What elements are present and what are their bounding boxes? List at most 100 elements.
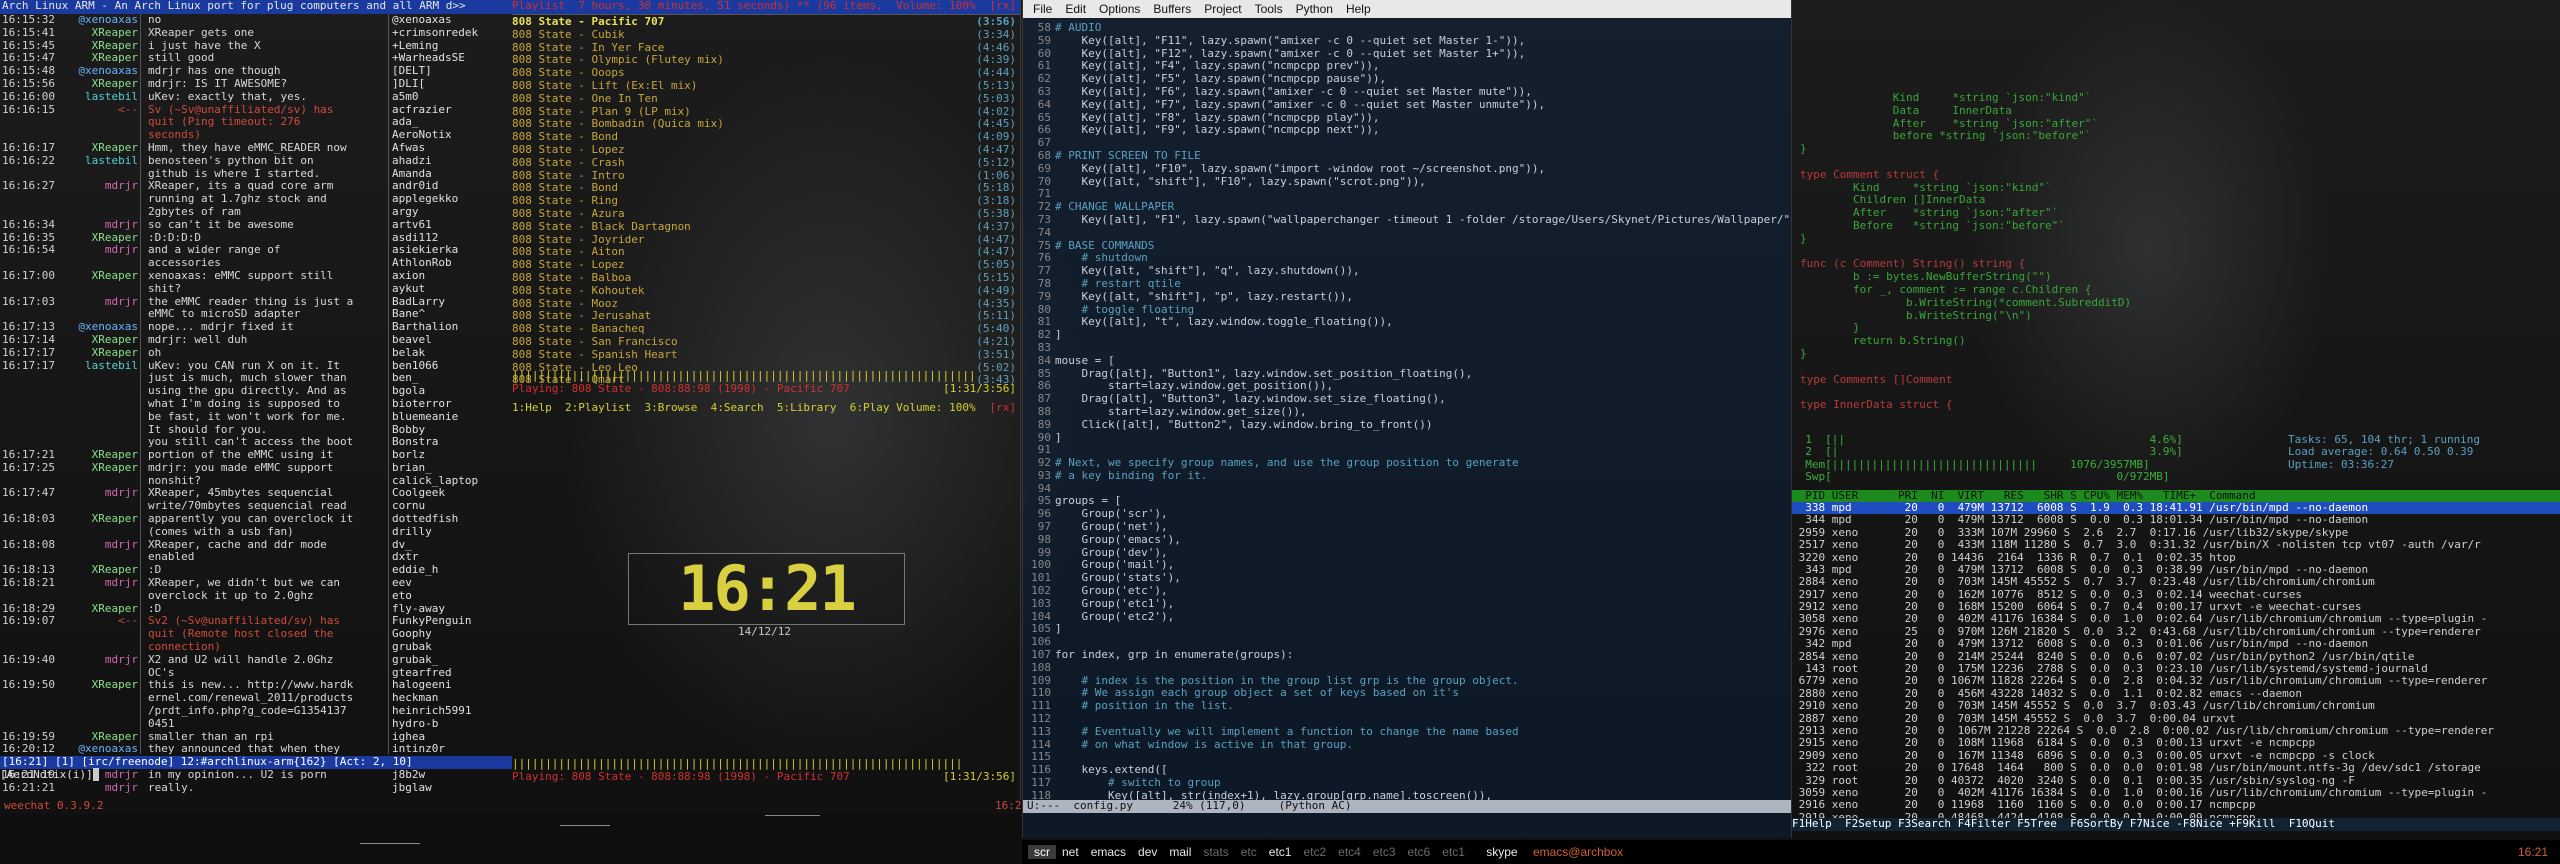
- nicklist-entry[interactable]: ]DLI[: [392, 77, 502, 91]
- process-row[interactable]: 2910 xeno 20 0 703M 145M 45552 S 0.0 3.7…: [1792, 699, 2560, 712]
- group-etc1[interactable]: etc1: [1436, 845, 1471, 859]
- code-line[interactable]: 114 # on what window is active in that g…: [1023, 738, 1791, 752]
- code-line[interactable]: 102 Group('etc'),: [1023, 584, 1791, 598]
- htop-function-keys[interactable]: F1Help F2Setup F3Search F4Filter F5Tree …: [1792, 817, 2560, 831]
- menu-tools[interactable]: Tools: [1255, 2, 1283, 16]
- group-etc6[interactable]: etc6: [1402, 845, 1437, 859]
- ncmpcpp-window[interactable]: Playlist 7 hours, 30 minutes, 51 seconds…: [512, 0, 1020, 790]
- group-scr[interactable]: scr: [1028, 845, 1056, 859]
- nicklist-entry[interactable]: eev: [392, 576, 502, 590]
- code-line[interactable]: 66 Key([alt], "F9", lazy.spawn("ncmpcpp …: [1023, 124, 1791, 137]
- menu-edit[interactable]: Edit: [1065, 2, 1086, 16]
- group-etc4[interactable]: etc4: [1332, 845, 1367, 859]
- code-line[interactable]: 83: [1023, 341, 1791, 355]
- nicklist-entry[interactable]: hydro-b: [392, 717, 502, 731]
- process-row[interactable]: 2915 xeno 20 0 108M 11968 6184 S 0.0 0.3…: [1792, 736, 2560, 749]
- code-line[interactable]: 112: [1023, 712, 1791, 726]
- code-line[interactable]: 70 Key([alt, "shift"], "F10", lazy.spawn…: [1023, 175, 1791, 189]
- code-line[interactable]: 97 Group('net'),: [1023, 520, 1791, 534]
- qtile-bar[interactable]: scr net emacs dev mail stats etc etc1 etc2 etc4 et…: [1022, 840, 2560, 864]
- emacs-window[interactable]: File Edit Options Buffers Project Tools Python…: [1022, 0, 1792, 838]
- process-row[interactable]: 2884 xeno 20 0 703M 145M 45552 S 0.7 3.7…: [1792, 575, 2560, 588]
- process-row[interactable]: 2916 xeno 20 0 11968 1160 1160 S 0.0 0.0…: [1792, 798, 2560, 811]
- menu-python[interactable]: Python: [1296, 2, 1333, 16]
- menu-help[interactable]: Help: [1346, 2, 1371, 16]
- go-source-view[interactable]: Kind *string `json:"kind"` Data InnerDat…: [1792, 0, 2560, 412]
- code-line[interactable]: 78 # restart qtile: [1023, 277, 1791, 291]
- nicklist-entry[interactable]: eto: [392, 589, 502, 603]
- code-line[interactable]: 105]: [1023, 623, 1791, 636]
- group-stats[interactable]: stats: [1197, 845, 1234, 859]
- playlist[interactable]: 808 State - Pacific 707 (3:56) 808 State -…: [512, 15, 1020, 387]
- task-skype[interactable]: skype: [1480, 845, 1523, 859]
- nicklist-entry[interactable]: Afwas: [392, 141, 502, 155]
- code-line[interactable]: 81 Key([alt], "t", lazy.window.toggle_fl…: [1023, 316, 1791, 329]
- menu-buffers[interactable]: Buffers: [1153, 2, 1191, 16]
- group-etc[interactable]: etc: [1235, 845, 1263, 859]
- menu-options[interactable]: Options: [1099, 2, 1140, 16]
- code-line[interactable]: 79 Key([alt, "shift"], "p", lazy.restart…: [1023, 290, 1791, 304]
- code-line[interactable]: 59 Key([alt], "F11", lazy.spawn("amixer …: [1023, 34, 1791, 48]
- nicklist-entry[interactable]: grubak: [392, 640, 502, 654]
- screen-tabs[interactable]: 1:Help 2:Playlist 3:Browse 4:Search 5:Li…: [512, 401, 1020, 415]
- nicklist-entry[interactable]: @xenoaxas: [392, 13, 502, 27]
- nicklist-entry[interactable]: drilly: [392, 525, 502, 539]
- nicklist-entry[interactable]: argy: [392, 205, 502, 219]
- code-line[interactable]: 90]: [1023, 431, 1791, 445]
- menu-file[interactable]: File: [1033, 2, 1052, 16]
- process-row[interactable]: 322 root 20 0 17648 1464 800 S 0.0 0.0 0…: [1792, 761, 2560, 774]
- code-line[interactable]: 113 # Eventually we will implement a fun…: [1023, 725, 1791, 739]
- code-line[interactable]: 107 for index, grp in enumerate(groups):: [1023, 648, 1791, 662]
- nicklist-entry[interactable]: grubak_: [392, 653, 502, 667]
- nicklist-entry[interactable]: +crimsonredek: [392, 26, 502, 40]
- code-line[interactable]: 111 # position in the list.: [1023, 699, 1791, 713]
- htop-window[interactable]: 1 [|| 4.6%] Tasks: 65, 104 thr; 1 running…: [1792, 433, 2560, 824]
- nicklist-entry[interactable]: axion: [392, 269, 502, 283]
- code-line[interactable]: 69 Key([alt], "F10", lazy.spawn("import …: [1023, 162, 1791, 176]
- code-line[interactable]: 73 Key([alt], "F1", lazy.spawn("wallpape…: [1023, 213, 1791, 227]
- nicklist-entry[interactable]: bioterror: [392, 397, 502, 411]
- group-etc2[interactable]: etc2: [1297, 845, 1332, 859]
- code-line[interactable]: 104 Group('etc2'),: [1023, 610, 1791, 624]
- code-line[interactable]: 117 # switch to group: [1023, 776, 1791, 790]
- nicklist-entry[interactable]: beavel: [392, 333, 502, 347]
- task-emacs[interactable]: emacs@archbox: [1527, 845, 1629, 859]
- process-row[interactable]: 342 mpd 20 0 479M 13712 6008 S 0.0 0.3 0…: [1792, 637, 2560, 650]
- code-line[interactable]: 63 Key([alt], "F6", lazy.spawn("amixer -…: [1023, 85, 1791, 99]
- nicklist-entry[interactable]: Barthalion: [392, 320, 502, 334]
- code-line[interactable]: 89 Click([alt], "Button2", lazy.window.b…: [1023, 418, 1791, 432]
- emacs-menubar[interactable]: File Edit Options Buffers Project Tools Python…: [1023, 0, 1791, 18]
- code-line[interactable]: 108: [1023, 661, 1791, 675]
- emacs-buffer[interactable]: 58 # AUDIO 59 Key([alt], "F11", lazy.spawn…: [1023, 18, 1791, 803]
- code-line[interactable]: 88 start=lazy.window.get_size()),: [1023, 405, 1791, 419]
- nicklist-entry[interactable]: belak: [392, 346, 502, 360]
- group-etc3[interactable]: etc3: [1367, 845, 1402, 859]
- code-line[interactable]: 87 Drag([alt], "Button3", lazy.window.se…: [1023, 392, 1791, 406]
- nicklist-entry[interactable]: borlz: [392, 448, 502, 462]
- code-line[interactable]: 58 # AUDIO: [1023, 21, 1791, 35]
- process-row[interactable]: 6779 xeno 20 0 1067M 11828 22264 S 0.0 2…: [1792, 674, 2560, 687]
- code-line[interactable]: 103 Group('etc1'),: [1023, 597, 1791, 611]
- code-line[interactable]: 93 # a key binding for it.: [1023, 469, 1791, 483]
- code-line[interactable]: 74: [1023, 226, 1791, 240]
- nicklist-entry[interactable]: dottedfish: [392, 512, 502, 526]
- group-box[interactable]: scr net emacs dev mail stats etc etc1 etc2 etc4 et…: [1022, 845, 1477, 859]
- nicklist-entry[interactable]: a5m0: [392, 90, 502, 104]
- code-line[interactable]: 98 Group('emacs'),: [1023, 533, 1791, 547]
- group-net[interactable]: net: [1056, 845, 1085, 859]
- weechat-input-line[interactable]: [AeroNotix(i)]: [0, 768, 510, 782]
- menu-project[interactable]: Project: [1204, 2, 1241, 16]
- nicklist-entry[interactable]: ahadzi: [392, 154, 502, 168]
- code-line[interactable]: 64 Key([alt], "F7", lazy.spawn("amixer -…: [1023, 98, 1791, 112]
- process-row[interactable]: 2517 xeno 20 0 433M 118M 11280 S 0.7 3.0…: [1792, 538, 2560, 551]
- process-row[interactable]: 3058 xeno 20 0 402M 41176 16384 S 0.0 1.…: [1792, 612, 2560, 625]
- code-line[interactable]: 92 # Next, we specify group names, and us…: [1023, 456, 1791, 470]
- nicklist-entry[interactable]: heinrich5991: [392, 704, 502, 718]
- code-line[interactable]: 94: [1023, 482, 1791, 496]
- htop-process-list[interactable]: 338 mpd 20 0 479M 13712 6008 S 1.9 0.3 1…: [1792, 501, 2560, 824]
- code-line[interactable]: 82]: [1023, 328, 1791, 342]
- nicklist-entry[interactable]: jbglaw: [392, 781, 502, 795]
- code-line[interactable]: 84 mouse = [: [1023, 354, 1791, 368]
- nicklist-entry[interactable]: bgola: [392, 384, 502, 398]
- code-line[interactable]: 68 # PRINT SCREEN TO FILE: [1023, 149, 1791, 163]
